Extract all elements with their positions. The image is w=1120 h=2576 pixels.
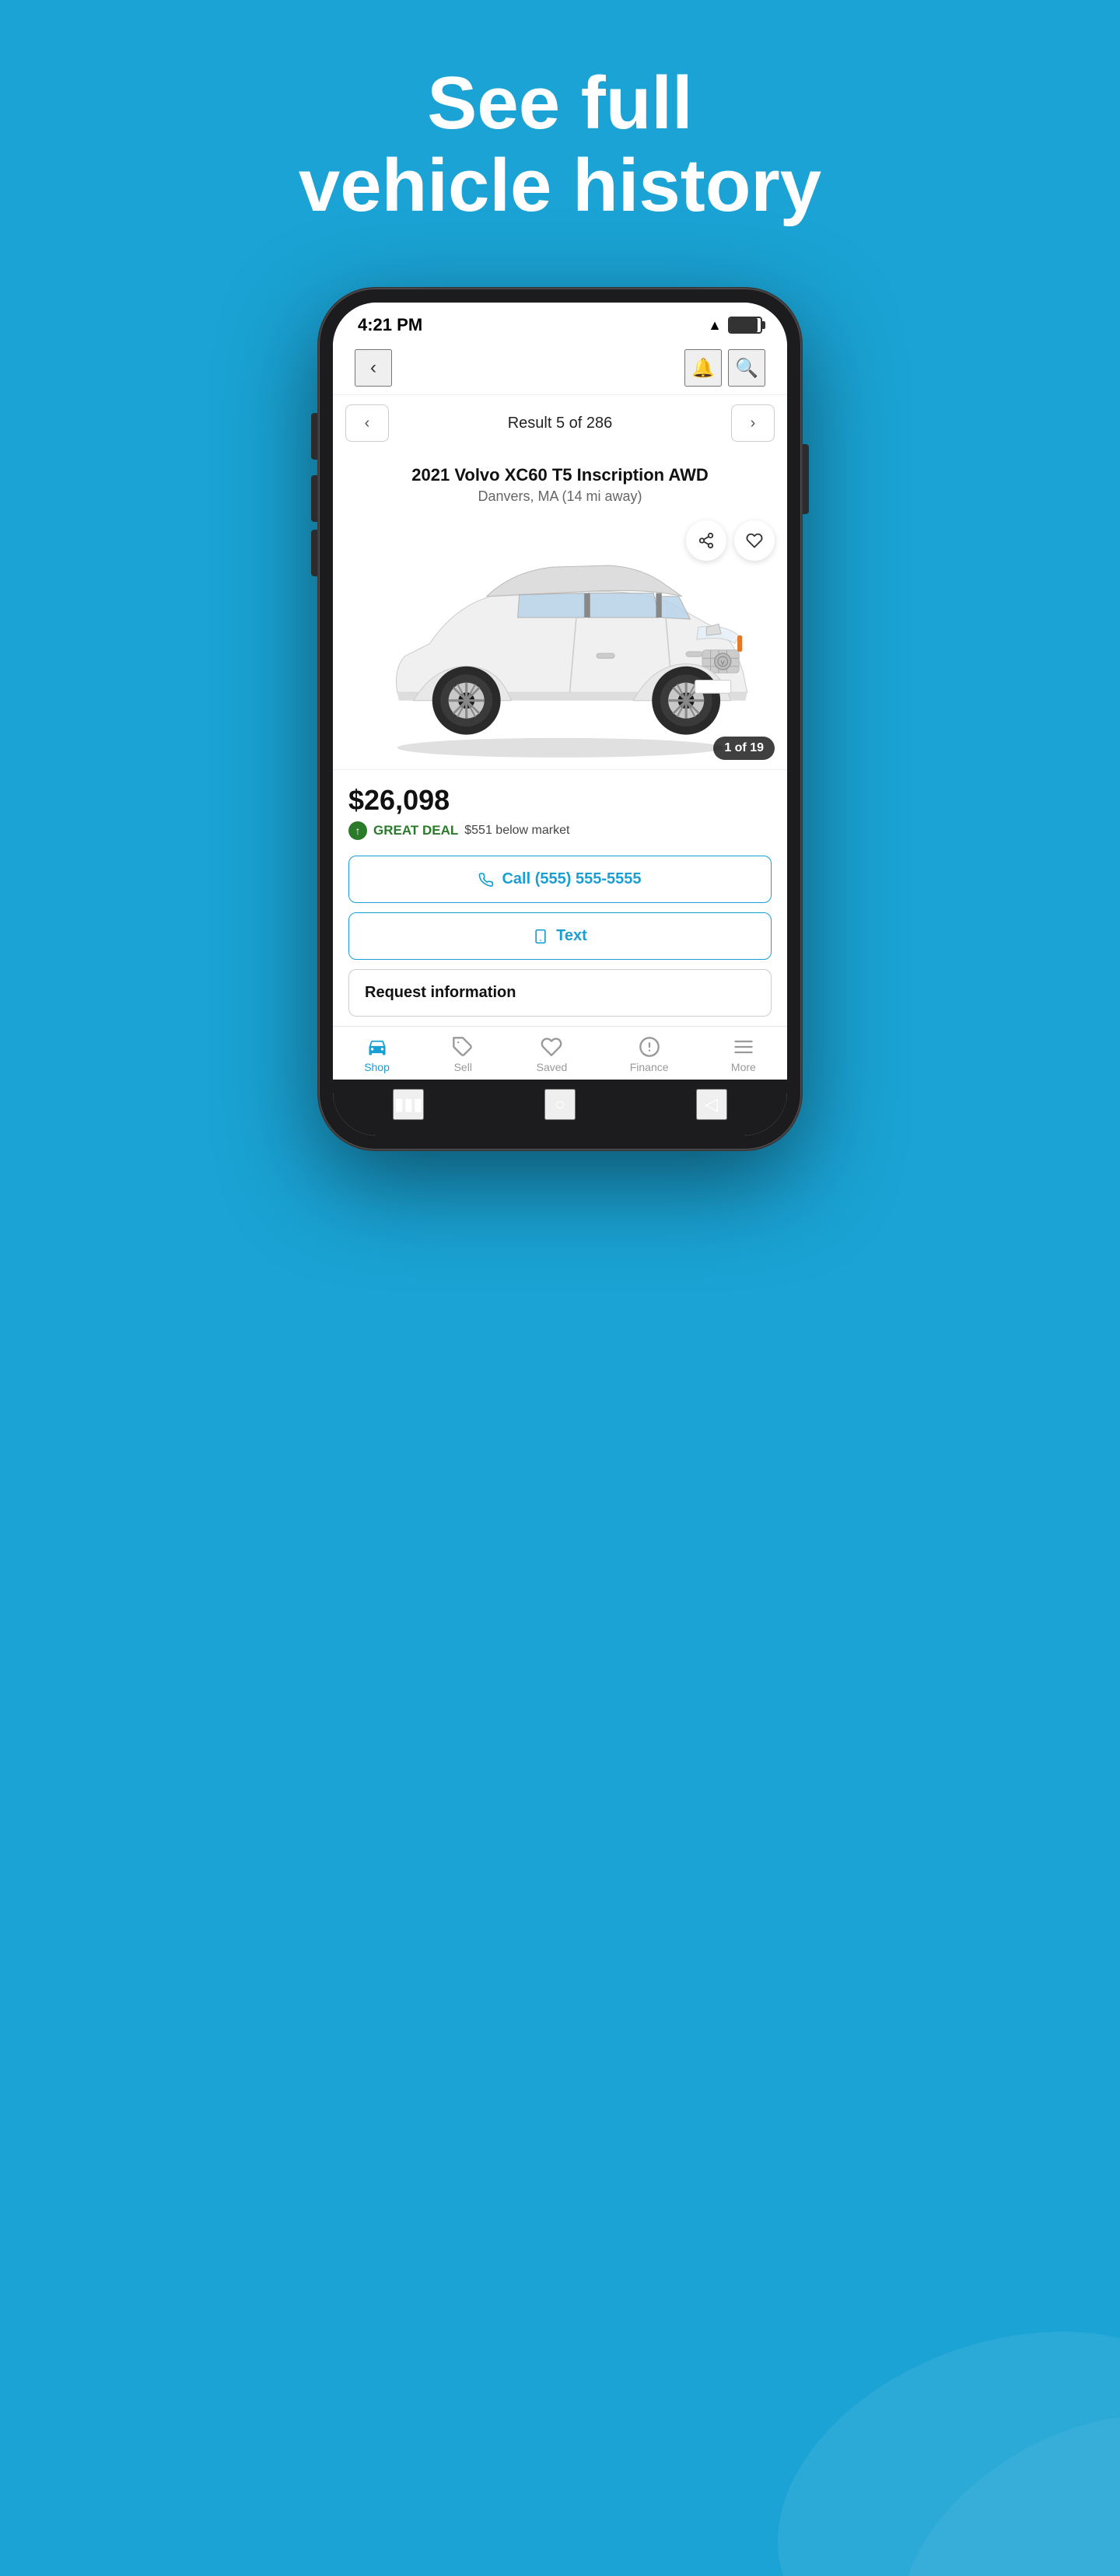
- nav-right-icons: 🔔 🔍: [684, 349, 765, 387]
- phone-screen: 4:21 PM ▲ ‹ 🔔 🔍 ‹ Result 5 of: [333, 303, 787, 1136]
- status-icons: ▲: [708, 317, 762, 334]
- android-home-button[interactable]: ○: [544, 1089, 576, 1120]
- prev-result-button[interactable]: ‹: [345, 404, 389, 442]
- result-navigation: ‹ Result 5 of 286 ›: [333, 395, 787, 451]
- image-counter: 1 of 19: [713, 737, 775, 760]
- car-image-area: V: [333, 514, 787, 769]
- status-bar: 4:21 PM ▲: [333, 303, 787, 341]
- nav-item-sell[interactable]: Sell: [452, 1036, 474, 1073]
- phone-mockup: 4:21 PM ▲ ‹ 🔔 🔍 ‹ Result 5 of: [319, 289, 801, 1150]
- back-button[interactable]: ‹: [355, 349, 392, 387]
- action-buttons: Call (555) 555-5555 Text Request informa…: [333, 846, 787, 1026]
- text-button-label: Text: [556, 927, 587, 945]
- deal-dot-icon: ↑: [348, 821, 367, 840]
- vehicle-info: 2021 Volvo XC60 T5 Inscription AWD Danve…: [333, 451, 787, 505]
- battery-icon: [728, 317, 762, 334]
- info-button[interactable]: Request information: [348, 969, 772, 1017]
- below-market-text: $551 below market: [464, 824, 569, 838]
- price-section: $26,098 ↑ GREAT DEAL $551 below market: [333, 769, 787, 846]
- nav-saved-label: Saved: [537, 1061, 568, 1073]
- text-button[interactable]: Text: [348, 912, 772, 960]
- android-nav-bar: ▮▮▮ ○ ◁: [333, 1080, 787, 1136]
- deal-badge: ↑ GREAT DEAL $551 below market: [348, 821, 772, 840]
- vehicle-location: Danvers, MA (14 mi away): [348, 488, 772, 505]
- call-button-label: Call (555) 555-5555: [502, 870, 641, 888]
- phone-shell: 4:21 PM ▲ ‹ 🔔 🔍 ‹ Result 5 of: [319, 289, 801, 1150]
- nav-finance-label: Finance: [630, 1061, 669, 1073]
- app-nav-bar: ‹ 🔔 🔍: [333, 341, 787, 395]
- vehicle-price: $26,098: [348, 784, 772, 817]
- nav-more-label: More: [731, 1061, 756, 1073]
- nav-shop-label: Shop: [364, 1061, 390, 1073]
- wifi-icon: ▲: [708, 317, 722, 334]
- info-button-label: Request information: [365, 984, 516, 1002]
- call-button[interactable]: Call (555) 555-5555: [348, 856, 772, 903]
- android-back-button[interactable]: ◁: [696, 1089, 727, 1120]
- result-counter: Result 5 of 286: [508, 415, 613, 432]
- status-time: 4:21 PM: [358, 315, 422, 335]
- notification-button[interactable]: 🔔: [684, 349, 722, 387]
- next-result-button[interactable]: ›: [731, 404, 775, 442]
- nav-sell-label: Sell: [454, 1061, 472, 1073]
- hero-text: See full vehicle history: [221, 0, 899, 273]
- nav-item-saved[interactable]: Saved: [537, 1036, 568, 1073]
- svg-text:V: V: [721, 660, 725, 667]
- nav-item-more[interactable]: More: [731, 1036, 756, 1073]
- hero-line1: See full: [299, 62, 821, 145]
- nav-item-shop[interactable]: Shop: [364, 1036, 390, 1073]
- search-button[interactable]: 🔍: [728, 349, 765, 387]
- bottom-navigation: Shop Sell Saved: [333, 1026, 787, 1080]
- vehicle-title: 2021 Volvo XC60 T5 Inscription AWD: [348, 465, 772, 485]
- nav-item-finance[interactable]: Finance: [630, 1036, 669, 1073]
- favorite-button[interactable]: [734, 520, 775, 561]
- great-deal-label: GREAT DEAL: [373, 823, 458, 838]
- car-action-buttons: [686, 520, 775, 561]
- hero-line2: vehicle history: [299, 145, 821, 227]
- share-button[interactable]: [686, 520, 726, 561]
- android-recent-button[interactable]: ▮▮▮: [393, 1089, 424, 1120]
